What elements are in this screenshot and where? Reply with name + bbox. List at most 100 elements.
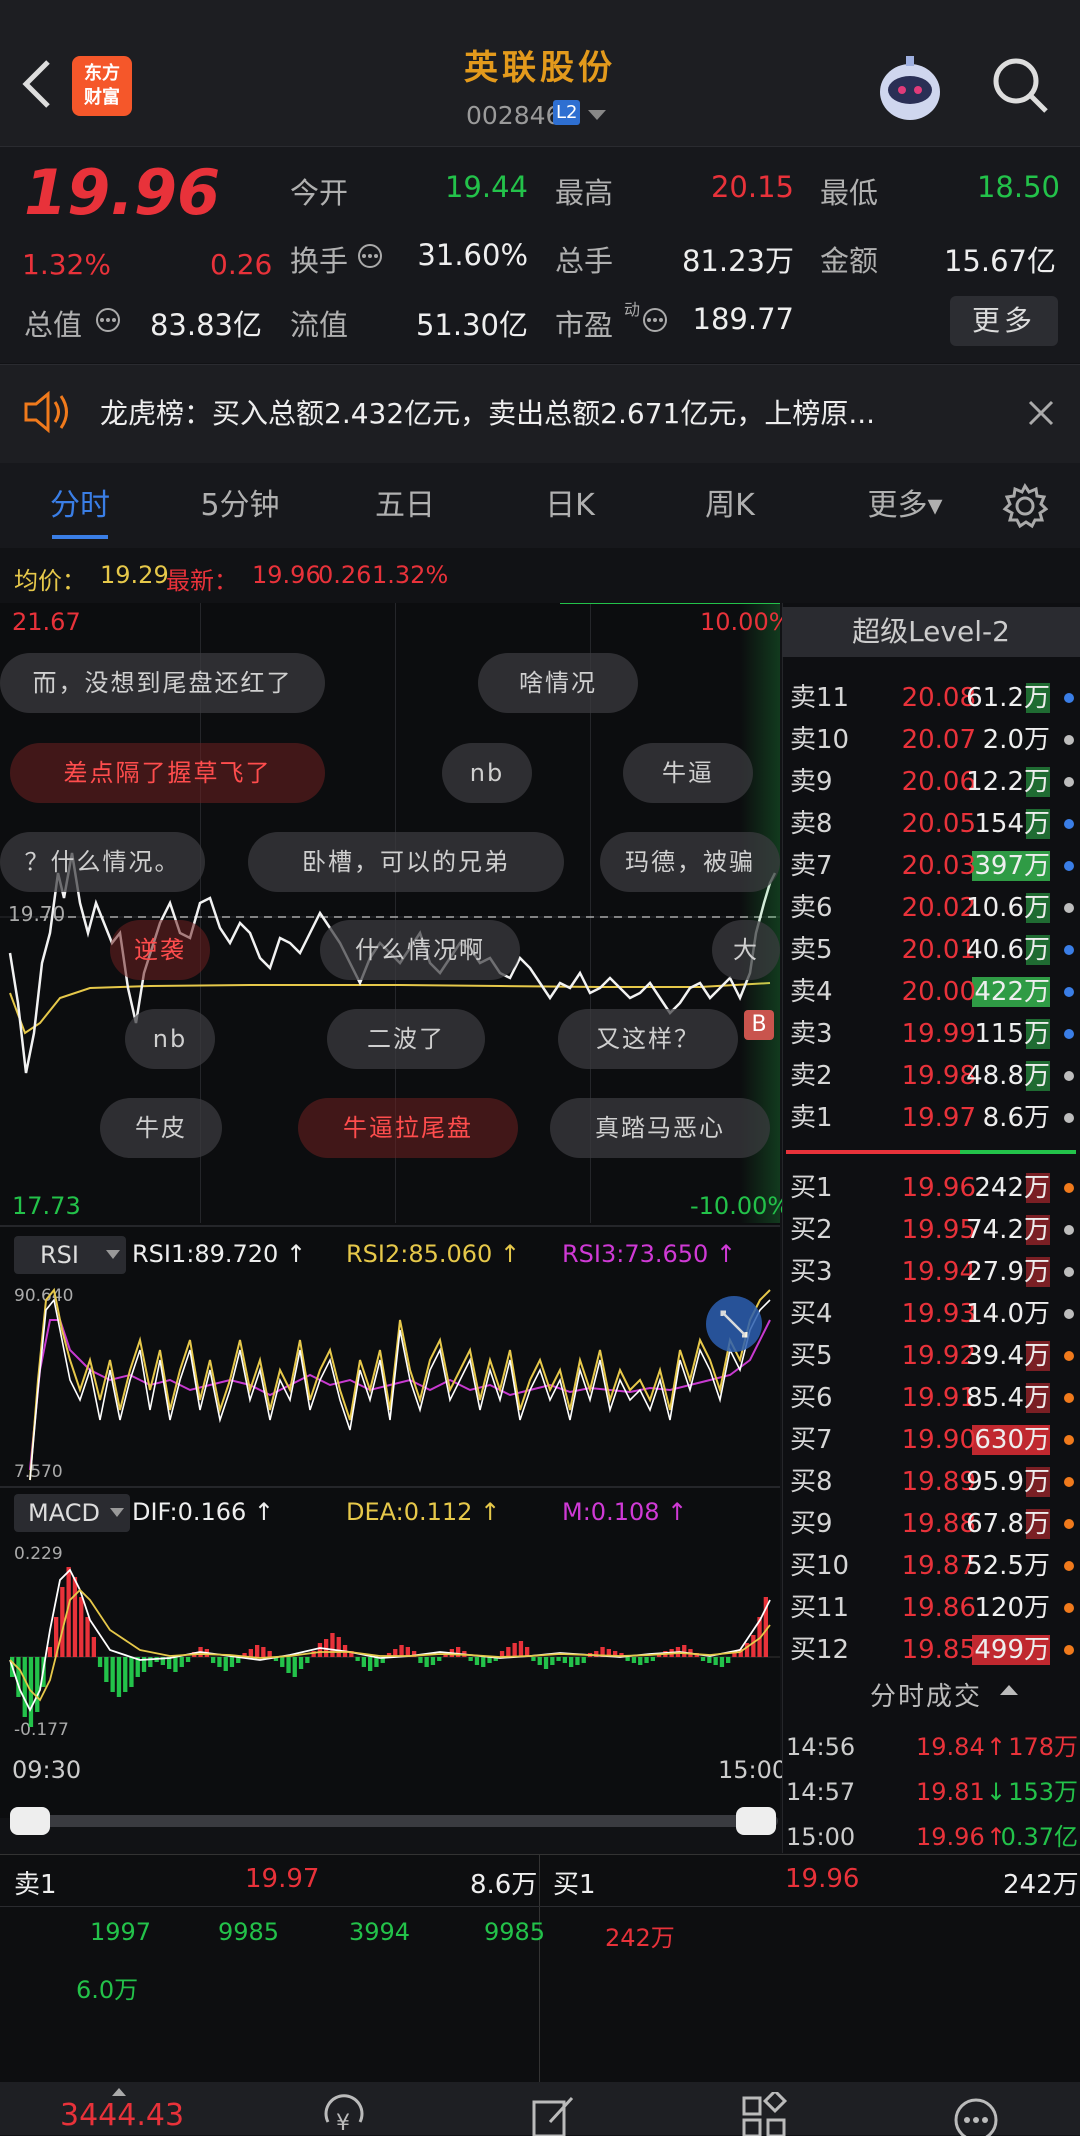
more-button[interactable]: 更多 [950,296,1058,346]
buy-level-row[interactable]: 买4 19.93 14.0万 [786,1293,1080,1335]
float-cap-value: 51.30亿 [415,308,528,342]
danmaku-bubble[interactable]: 逆袭 [110,920,210,980]
apps-icon[interactable] [740,2092,788,2136]
sell-level-row[interactable]: 卖6 20.02 10.6万 [786,887,1080,929]
last-price: 19.96 [24,156,221,229]
range-scrollbar[interactable] [10,1815,778,1827]
danmaku-bubble[interactable]: 差点隔了握草飞了 [10,743,325,803]
sell-level-row[interactable]: 卖11 20.08 61.2万 [786,677,1080,719]
sell-level-label: 卖5 [790,935,833,965]
buy-level-row[interactable]: 买2 19.95 74.2万 [786,1209,1080,1251]
sell-level-row[interactable]: 卖1 19.97 8.6万 [786,1097,1080,1139]
buy-level-row[interactable]: 买12 19.85 499万 [786,1629,1080,1671]
danmaku-bubble[interactable]: 又这样？ [558,1009,738,1069]
sell-level-label: 卖11 [790,683,850,713]
danmaku-bubble[interactable]: 而，没想到尾盘还红了 [0,653,325,713]
tick-volume: 178万 [1008,1733,1078,1761]
buy-level-row[interactable]: 买10 19.87 52.5万 [786,1545,1080,1587]
buy-level-row[interactable]: 买8 19.89 95.9万 [786,1461,1080,1503]
sell-level-row[interactable]: 卖4 20.00 422万 [786,971,1080,1013]
close-icon[interactable] [1026,398,1056,428]
danmaku-bubble[interactable]: 牛逼 [623,743,753,803]
buy-level-row[interactable]: 买11 19.86 120万 [786,1587,1080,1629]
sell-level-row[interactable]: 卖10 20.07 2.0万 [786,719,1080,761]
tab-more[interactable]: 更多▾ [840,463,970,548]
dropdown-icon[interactable] [110,1508,124,1518]
buy-level-price: 19.92 [901,1341,976,1371]
buy-level-volume: 242万 [974,1173,1050,1203]
chevron-up-icon[interactable] [1000,1684,1018,1696]
danmaku-bubble[interactable]: 二波了 [327,1009,485,1069]
danmaku-bubble[interactable]: 牛逼拉尾盘 [298,1098,518,1158]
buy-level-row[interactable]: 买7 19.90 630万 [786,1419,1080,1461]
danmaku-bubble[interactable]: ？什么情况。 [0,832,205,892]
time-start-label: 09:30 [12,1756,82,1784]
chevron-up-icon[interactable] [112,2088,126,2096]
danmaku-bubble[interactable]: nb [442,743,532,803]
macd-bar [361,1657,366,1667]
search-icon[interactable] [990,55,1050,115]
robot-assistant-icon[interactable] [872,52,948,124]
l2-badge[interactable]: L2 [553,100,581,125]
edit-icon[interactable] [530,2094,578,2136]
range-handle-left[interactable] [10,1807,50,1835]
buy-level-price: 19.91 [901,1383,976,1413]
sell-level-label: 卖10 [790,725,850,755]
danmaku-bubble[interactable]: 啥情况 [478,653,638,713]
danmaku-bubble[interactable]: 什么情况啊 [320,920,520,980]
danmaku-bubble[interactable]: 卧槽，可以的兄弟 [248,832,564,892]
ticks-title[interactable]: 分时成交 [870,1676,982,1713]
buy-level-row[interactable]: 买1 19.96 242万 [786,1167,1080,1209]
info-icon[interactable] [356,242,384,270]
buy-level-price: 19.87 [901,1551,976,1581]
macd-bar [556,1657,561,1661]
pe-label: 市盈 [555,308,614,342]
macd-bar [506,1647,511,1657]
buy-level-row[interactable]: 买6 19.91 85.4万 [786,1377,1080,1419]
danmaku-bubble[interactable]: 玛德，被骗 [600,832,780,892]
index-value[interactable]: 3444.43 [60,2098,184,2133]
dropdown-icon[interactable] [588,110,606,122]
tab-weekly-k[interactable]: 周K [670,463,790,548]
info-icon[interactable] [94,306,122,334]
macd-bar [129,1657,134,1687]
danmaku-bubble[interactable]: 真踏马恶心 [550,1098,770,1158]
danmaku-bubble[interactable]: nb [125,1009,215,1069]
sell-level-row[interactable]: 卖8 20.05 154万 [786,803,1080,845]
sell-level-label: 卖6 [790,893,833,923]
speaker-icon [24,390,68,434]
sell-level-row[interactable]: 卖7 20.03 397万 [786,845,1080,887]
buy-level-row[interactable]: 买9 19.88 67.8万 [786,1503,1080,1545]
level2-header[interactable]: 超级Level-2 [782,607,1080,657]
info-icon[interactable] [641,306,669,334]
buy-signal-marker[interactable]: B [744,1010,774,1040]
range-handle-right[interactable] [736,1807,776,1835]
more-icon[interactable] [950,2092,1002,2136]
buy-level-row[interactable]: 买5 19.92 39.4万 [786,1335,1080,1377]
macd-bar [280,1657,285,1667]
amount-value: 15.67亿 [943,244,1056,278]
tab-daily-k[interactable]: 日K [510,463,630,548]
danmaku-bubble[interactable]: 牛皮 [100,1098,222,1158]
sell-level-row[interactable]: 卖9 20.06 12.2万 [786,761,1080,803]
tick-row: 14:56 19.84 ↑ 178万 [786,1726,1080,1768]
expand-chart-button[interactable] [706,1296,762,1352]
queue-order: 242万 [605,1924,675,1952]
sell-level-volume: 422万 [974,977,1050,1007]
macd-bar [368,1657,373,1671]
tab-5day[interactable]: 五日 [345,463,465,548]
tab-5min[interactable]: 5分钟 [180,463,300,548]
danmaku-bubble[interactable]: 大 [712,920,780,980]
status-dot [1064,1645,1074,1655]
back-icon[interactable] [20,58,54,110]
gear-icon[interactable] [1002,483,1048,529]
sell-level-row[interactable]: 卖5 20.01 40.6万 [786,929,1080,971]
sell-level-row[interactable]: 卖2 19.98 48.8万 [786,1055,1080,1097]
buy-level-row[interactable]: 买3 19.94 27.9万 [786,1251,1080,1293]
avg-value: 19.29 [100,561,169,589]
sell-level-volume: 115万 [974,1019,1050,1049]
sell-level-row[interactable]: 卖3 19.99 115万 [786,1013,1080,1055]
status-dot [1064,1113,1074,1123]
dropdown-icon[interactable] [106,1250,120,1260]
trade-icon[interactable]: ¥ [318,2092,370,2136]
